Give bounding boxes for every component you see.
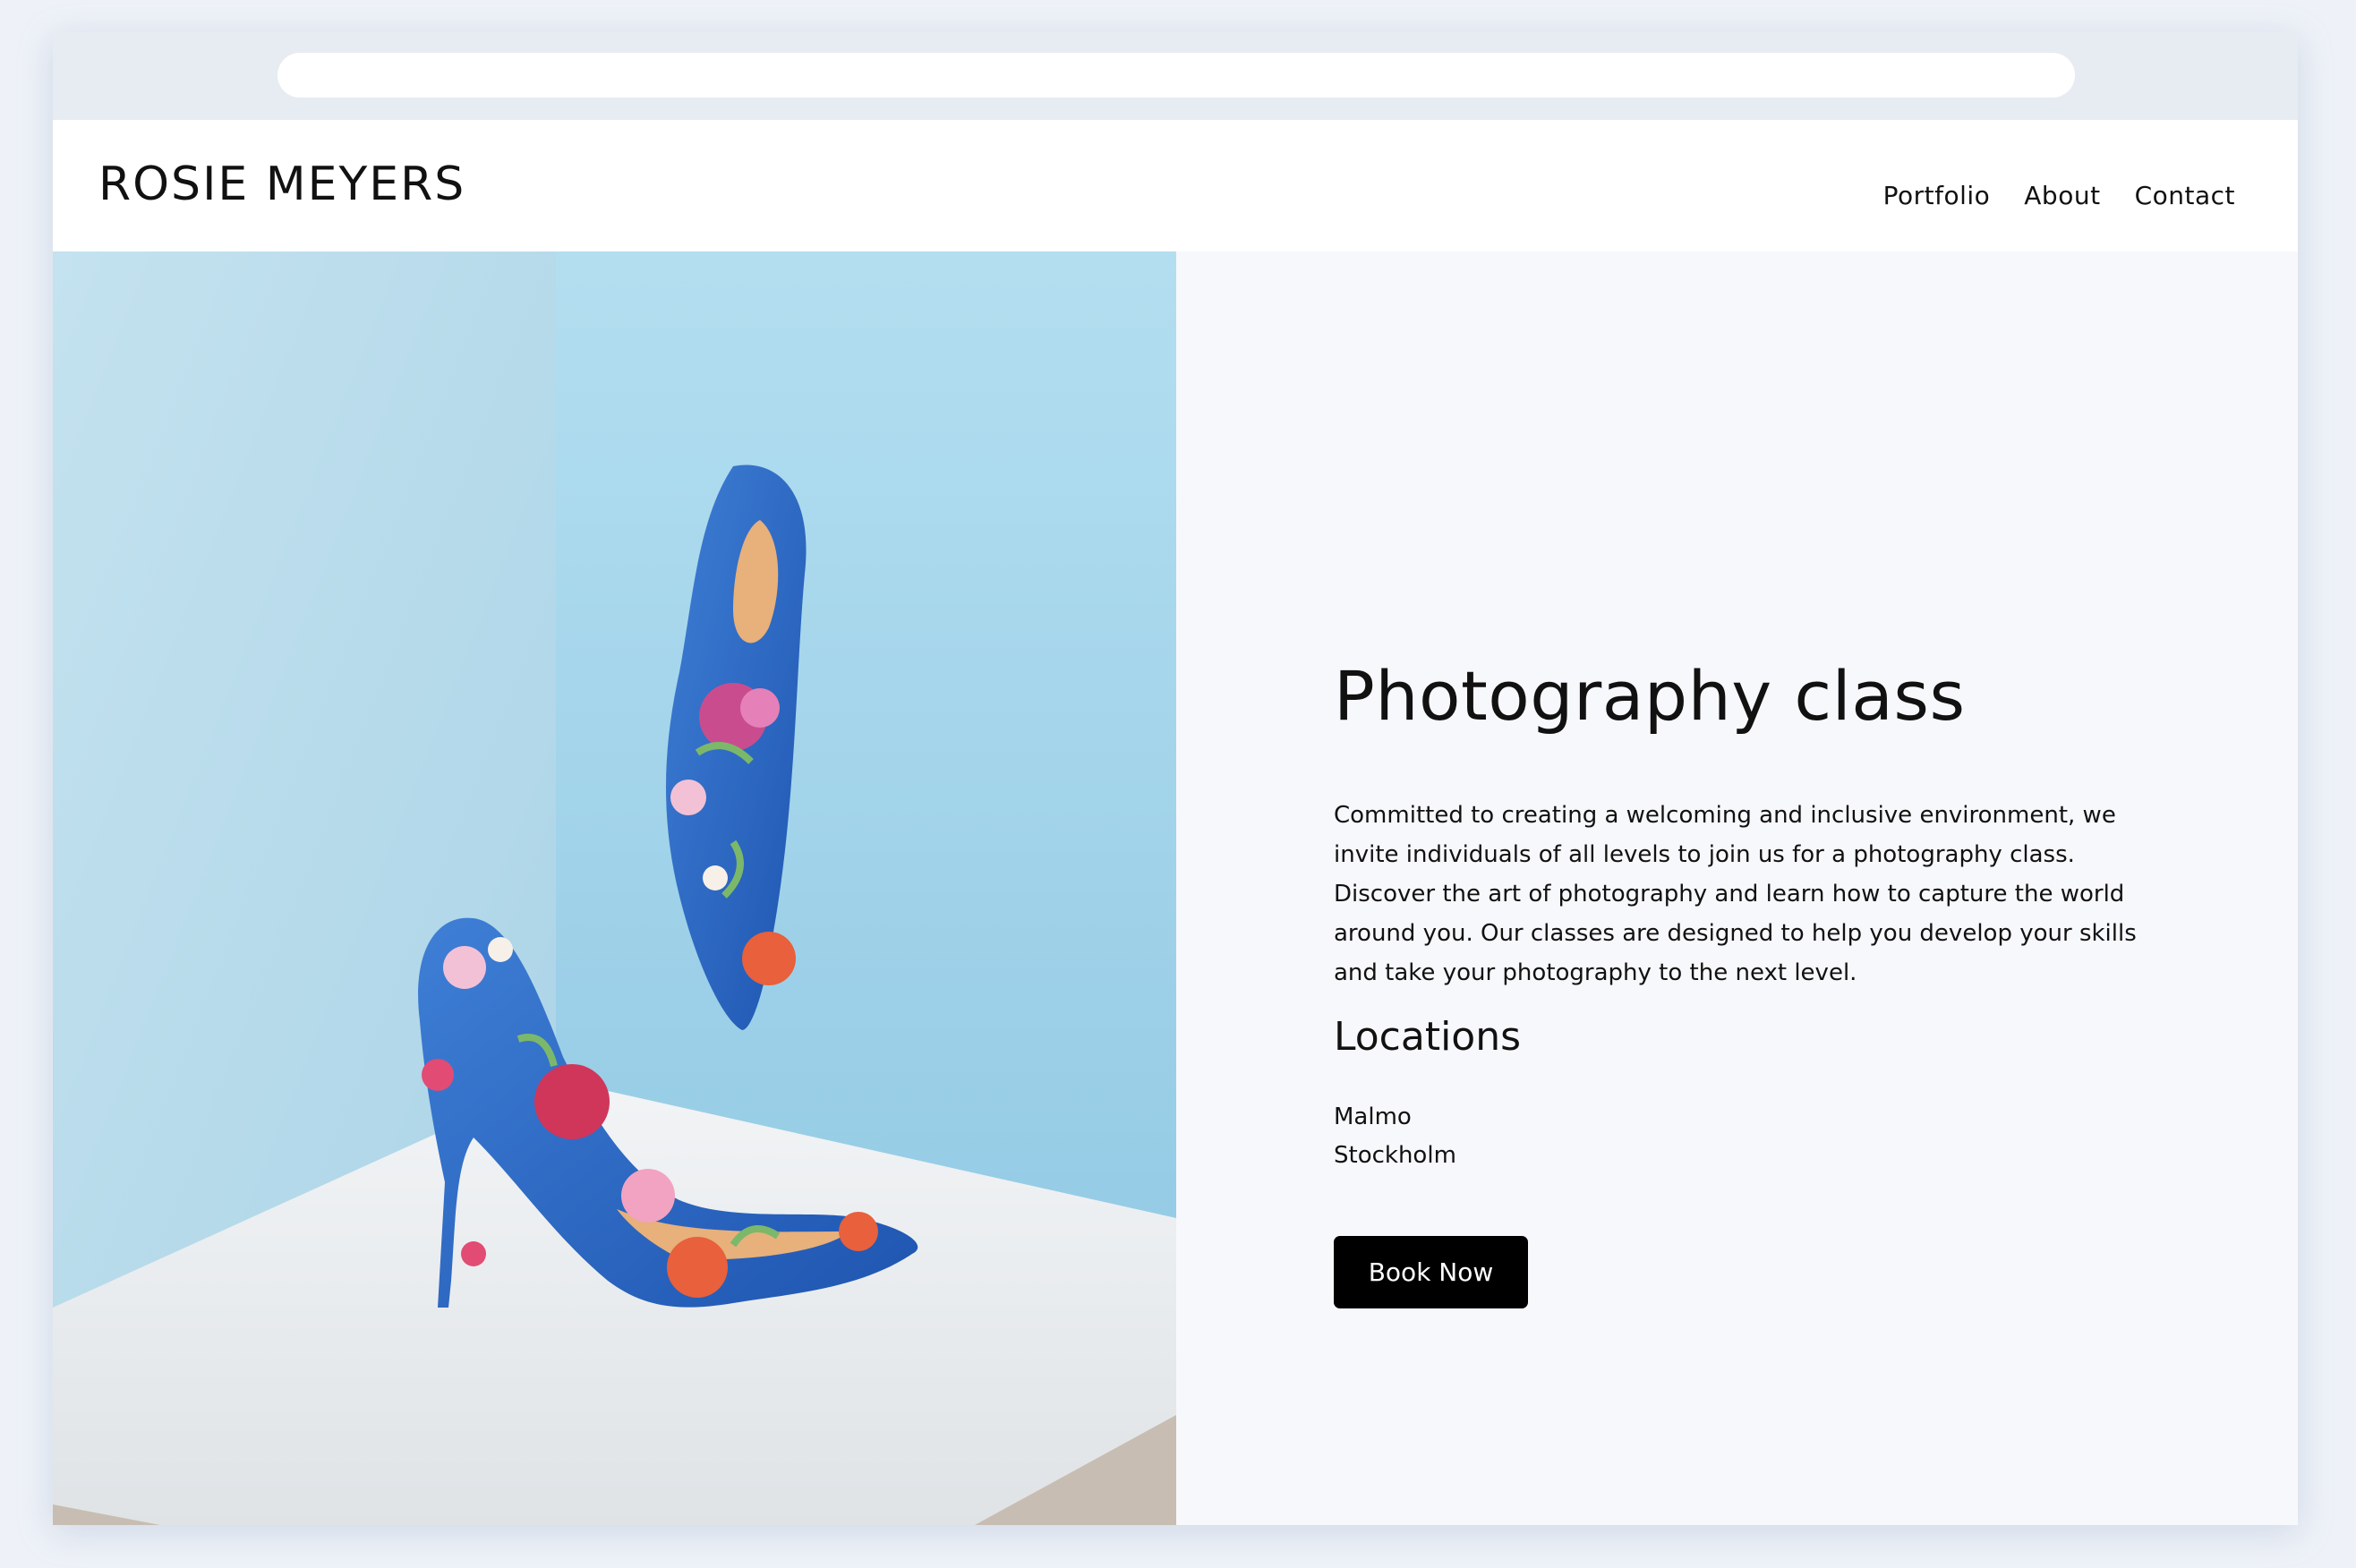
nav-link-about[interactable]: About [2024, 181, 2100, 210]
browser-toolbar [53, 32, 2298, 120]
nav-link-contact[interactable]: Contact [2135, 181, 2235, 210]
address-bar[interactable] [277, 53, 2075, 98]
class-info-panel: Photography class Committed to creating … [1176, 251, 2298, 1525]
location-item-malmo: Malmo [1334, 1104, 1412, 1130]
shoes-photo-illustration [53, 251, 1176, 1525]
book-now-button[interactable]: Book Now [1334, 1236, 1528, 1308]
class-description: Committed to creating a welcoming and in… [1334, 802, 2137, 986]
locations-list: Malmo Stockholm [1334, 1098, 1456, 1175]
location-item-stockholm: Stockholm [1334, 1142, 1456, 1169]
browser-window: ROSIE MEYERS Portfolio About Contact Pho… [53, 32, 2298, 1525]
hero-photo [53, 251, 1176, 1525]
page-title: Photography class [1334, 656, 1966, 736]
site-header: ROSIE MEYERS Portfolio About Contact [53, 120, 2298, 251]
locations-heading: Locations [1334, 1014, 1522, 1060]
main-nav: Portfolio About Contact [1883, 181, 2235, 210]
nav-link-portfolio[interactable]: Portfolio [1883, 181, 1991, 210]
brand-logo[interactable]: ROSIE MEYERS [98, 158, 465, 211]
